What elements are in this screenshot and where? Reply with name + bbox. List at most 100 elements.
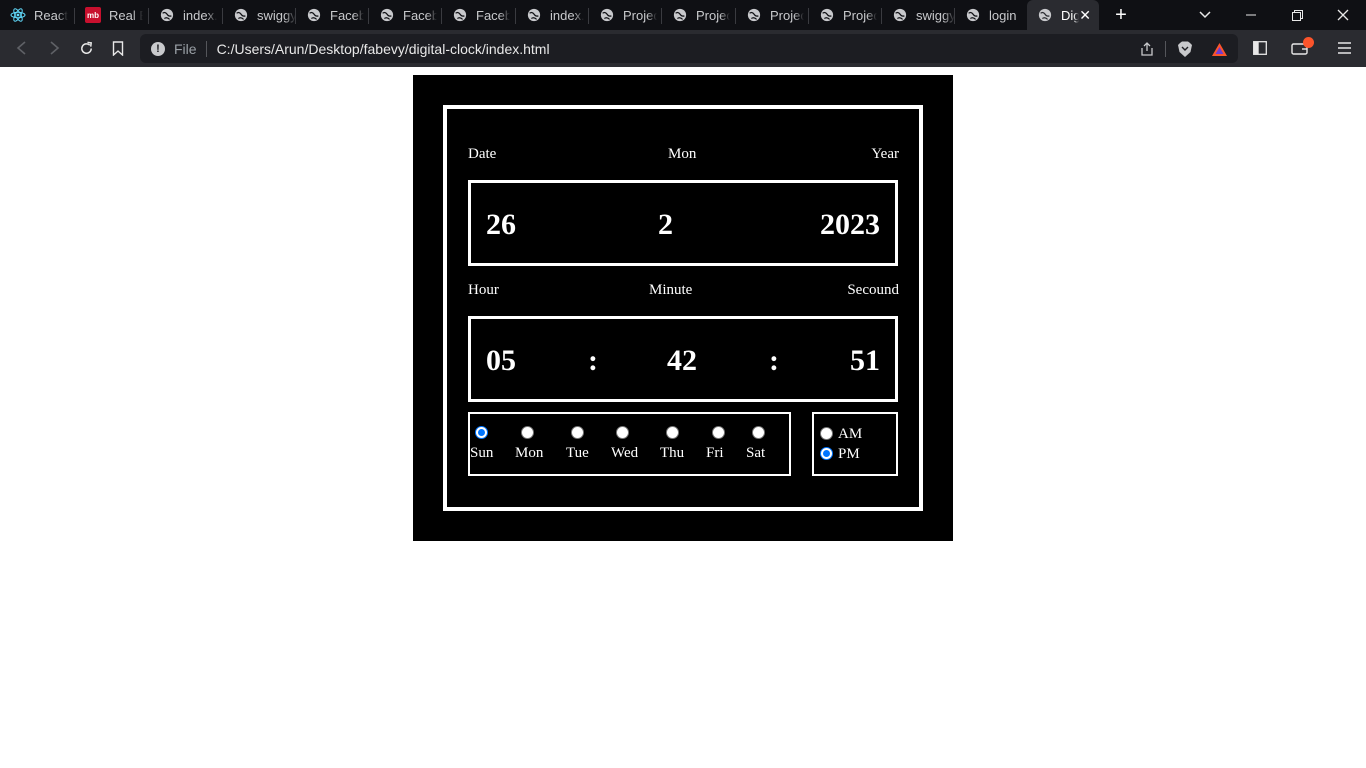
magicbricks-icon: mb <box>85 7 101 23</box>
share-icon[interactable] <box>1138 40 1156 58</box>
tab-project-3[interactable]: Project <box>736 0 809 30</box>
close-icon <box>1337 9 1349 21</box>
radio-wed[interactable] <box>616 426 629 439</box>
address-bar[interactable]: ! File C:/Users/Arun/Desktop/fabevy/digi… <box>140 34 1238 63</box>
tab-swiggy-1[interactable]: swiggy <box>223 0 296 30</box>
radio-thu[interactable] <box>666 426 679 439</box>
globe-icon <box>892 7 908 23</box>
clock-container: Date Mon Year 26 2 2023 Hour Minute Seco… <box>413 75 953 541</box>
tab-project-1[interactable]: Project <box>589 0 662 30</box>
scheme-label: File <box>174 40 197 57</box>
close-tab-icon[interactable]: ✕ <box>1079 7 1091 24</box>
tab-label: Real Es <box>109 7 143 23</box>
tab-react[interactable]: React A <box>0 0 75 30</box>
weekday-label: Sat <box>746 445 766 461</box>
tab-project-4[interactable]: Project <box>809 0 882 30</box>
forward-arrow-icon <box>50 41 60 55</box>
tab-label: Facebo <box>330 7 364 23</box>
date-value: 26 <box>486 208 516 241</box>
globe-icon <box>306 7 322 23</box>
menu-button[interactable] <box>1332 36 1356 60</box>
globe-icon <box>965 7 981 23</box>
date-label: Date <box>468 146 497 162</box>
tab-digital-clock[interactable]: Dig ✕ <box>1027 0 1099 30</box>
weekday-label: Wed <box>611 445 639 461</box>
hamburger-menu-icon <box>1337 42 1351 54</box>
globe-icon <box>526 7 542 23</box>
minute-value: 42 <box>667 344 697 377</box>
tab-label: Project <box>696 7 730 23</box>
radio-tue[interactable] <box>571 426 584 439</box>
weekday-label: Mon <box>515 445 544 461</box>
minute-label: Minute <box>649 282 693 298</box>
back-arrow-icon <box>16 41 26 55</box>
tab-facebook-1[interactable]: Facebo <box>296 0 369 30</box>
second-value: 51 <box>850 344 880 377</box>
radio-am[interactable] <box>820 427 833 440</box>
tab-label: Dig <box>1061 7 1079 23</box>
sidebar-button[interactable] <box>1248 36 1272 60</box>
radio-mon[interactable] <box>521 426 534 439</box>
restore-button[interactable] <box>1274 0 1320 30</box>
brave-shields-icon[interactable] <box>1176 40 1194 58</box>
tab-label: Project <box>843 7 877 23</box>
bookmark-button[interactable] <box>106 36 130 60</box>
globe-icon <box>452 7 468 23</box>
tab-strip: React A mb Real Es index.h swiggy Facebo… <box>0 0 1366 30</box>
clock-frame: Date Mon Year 26 2 2023 Hour Minute Seco… <box>443 105 923 511</box>
tab-index-1[interactable]: index.h <box>149 0 223 30</box>
globe-icon <box>819 7 835 23</box>
tab-label: login <box>989 7 1017 23</box>
hour-value: 05 <box>486 344 516 377</box>
minimize-icon <box>1246 14 1256 16</box>
tab-search-button[interactable] <box>1182 0 1228 30</box>
globe-icon <box>159 7 175 23</box>
meridiem-radio-group: AM PM <box>812 412 898 476</box>
tab-facebook-2[interactable]: Facebo <box>369 0 442 30</box>
browser-toolbar: ! File C:/Users/Arun/Desktop/fabevy/digi… <box>0 30 1366 67</box>
tab-real-estate[interactable]: mb Real Es <box>75 0 149 30</box>
tab-label: Project <box>623 7 657 23</box>
tab-facebook-3[interactable]: Facebo <box>442 0 516 30</box>
tab-label: index.h <box>183 7 217 23</box>
info-icon[interactable]: ! <box>151 41 165 56</box>
brave-rewards-icon[interactable] <box>1210 40 1228 58</box>
date-display: 26 2 2023 <box>468 180 898 266</box>
tab-login[interactable]: login <box>955 0 1027 30</box>
tab-label: Facebo <box>476 7 510 23</box>
radio-pm[interactable] <box>820 447 833 460</box>
globe-icon <box>379 7 395 23</box>
radio-fri[interactable] <box>712 426 725 439</box>
globe-icon <box>1037 7 1053 23</box>
wallet-button[interactable] <box>1288 36 1314 60</box>
tab-label: swiggy <box>257 7 296 23</box>
forward-button[interactable] <box>42 36 66 60</box>
chevron-down-icon <box>1199 11 1211 19</box>
close-window-button[interactable] <box>1320 0 1366 30</box>
radio-sun[interactable] <box>475 426 488 439</box>
minimize-button[interactable] <box>1228 0 1274 30</box>
year-label: Year <box>871 146 899 162</box>
tab-label: Project <box>770 7 804 23</box>
url-text[interactable]: C:/Users/Arun/Desktop/fabevy/digital-clo… <box>217 41 550 57</box>
month-value: 2 <box>658 208 673 241</box>
globe-icon <box>599 7 615 23</box>
weekday-label: Sun <box>470 445 494 461</box>
colon-separator: : <box>588 344 598 377</box>
time-display: 05 : 42 : 51 <box>468 316 898 402</box>
tab-swiggy-2[interactable]: swiggy <box>882 0 955 30</box>
tab-project-2[interactable]: Project <box>662 0 736 30</box>
radio-sat[interactable] <box>752 426 765 439</box>
tab-index-2[interactable]: index.h <box>516 0 589 30</box>
new-tab-button[interactable]: + <box>1110 4 1132 26</box>
tab-label: React A <box>34 7 68 23</box>
weekday-label: Thu <box>660 445 685 461</box>
back-button[interactable] <box>10 36 34 60</box>
globe-icon <box>746 7 762 23</box>
year-value: 2023 <box>820 208 880 241</box>
reload-button[interactable] <box>74 36 98 60</box>
restore-icon <box>1291 9 1303 21</box>
colon-separator: : <box>769 344 779 377</box>
hour-label: Hour <box>468 282 499 298</box>
globe-icon <box>672 7 688 23</box>
